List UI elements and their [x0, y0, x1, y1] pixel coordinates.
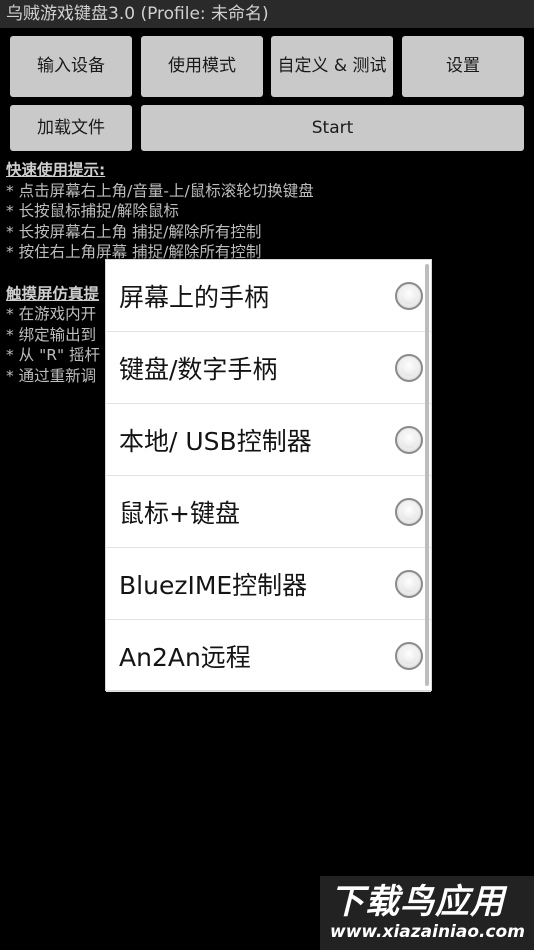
radio-button-unchecked-icon[interactable] — [395, 353, 423, 382]
option-mouse-keyboard[interactable]: 鼠标+键盘 — [106, 476, 431, 548]
radio-button-unchecked-icon[interactable] — [395, 281, 423, 310]
option-bluezime-controller[interactable]: BluezIME控制器 — [106, 548, 431, 620]
quick-tip-line: * 点击屏幕右上角/音量-上/鼠标滚轮切换键盘 — [6, 181, 314, 200]
input-device-dialog: 屏幕上的手柄 键盘/数字手柄 本地/ USB控制器 鼠标+键盘 BluezIME… — [105, 259, 432, 692]
radio-button-unchecked-icon[interactable] — [395, 641, 423, 670]
option-onscreen-gamepad[interactable]: 屏幕上的手柄 — [106, 260, 431, 332]
option-label: An2An远程 — [119, 642, 251, 672]
app-title: 乌贼游戏键盘3.0 (Profile: 未命名) — [6, 4, 269, 24]
watermark-url: www.xiazainiao.com — [330, 922, 525, 942]
option-label: BluezIME控制器 — [119, 570, 308, 600]
app-title-bar: 乌贼游戏键盘3.0 (Profile: 未命名) — [0, 0, 534, 28]
option-label: 鼠标+键盘 — [119, 498, 240, 528]
radio-button-unchecked-icon[interactable] — [395, 425, 423, 454]
customize-test-button[interactable]: 自定义 & 测试 — [271, 36, 393, 97]
radio-button-unchecked-icon[interactable] — [395, 497, 423, 526]
settings-button[interactable]: 设置 — [402, 36, 524, 97]
radio-button-unchecked-icon[interactable] — [395, 569, 423, 598]
quick-tip-line: * 长按屏幕右上角 捕捉/解除所有控制 — [6, 222, 262, 241]
usage-mode-button[interactable]: 使用模式 — [141, 36, 263, 97]
quick-tip-line: * 长按鼠标捕捉/解除鼠标 — [6, 202, 179, 220]
option-label: 屏幕上的手柄 — [119, 282, 270, 312]
option-label: 键盘/数字手柄 — [119, 354, 278, 384]
watermark-logo: 下载鸟应用 www.xiazainiao.com — [320, 876, 534, 950]
quick-tips-heading: 快速使用提示: — [6, 161, 106, 179]
start-button[interactable]: Start — [141, 105, 524, 151]
dialog-scrollbar[interactable] — [425, 264, 429, 686]
option-an2an-remote[interactable]: An2An远程 — [106, 620, 431, 692]
option-keyboard-numpad[interactable]: 键盘/数字手柄 — [106, 332, 431, 404]
load-file-button[interactable]: 加载文件 — [10, 105, 132, 151]
option-label: 本地/ USB控制器 — [119, 426, 312, 456]
input-device-button[interactable]: 输入设备 — [10, 36, 132, 97]
app-screen: 乌贼游戏键盘3.0 (Profile: 未命名) 输入设备 使用模式 自定义 &… — [0, 0, 534, 950]
option-local-usb-controller[interactable]: 本地/ USB控制器 — [106, 404, 431, 476]
watermark-brand: 下载鸟应用 — [330, 882, 505, 922]
